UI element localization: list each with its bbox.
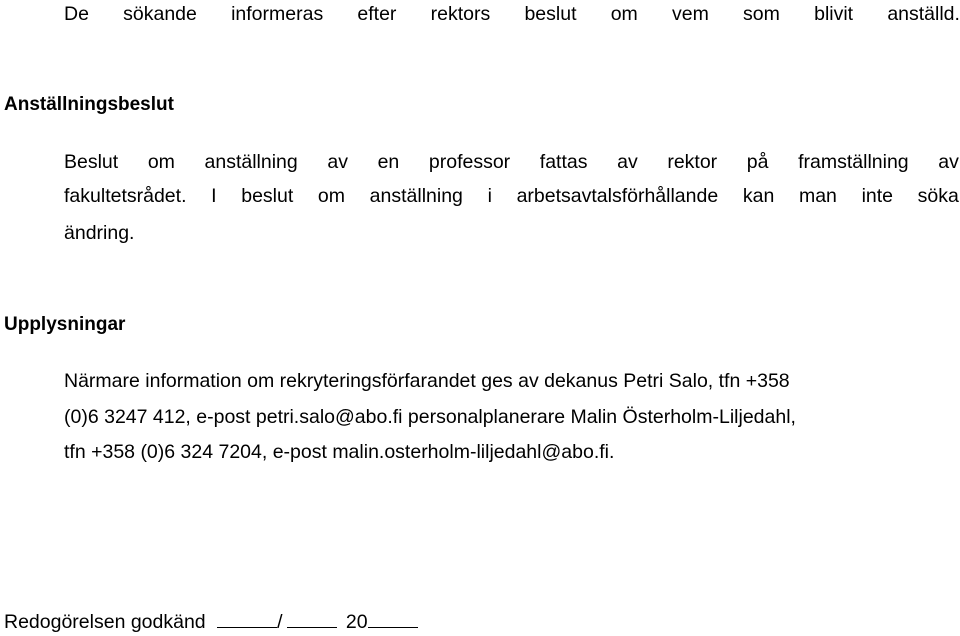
intro-word: informeras: [231, 3, 324, 25]
decision-word: en: [377, 151, 400, 173]
approval-line: Redogörelsen godkänd / 20: [4, 609, 418, 634]
decision-word: arbetsavtalsförhållande: [516, 185, 719, 207]
intro-word: De: [64, 3, 89, 25]
decision-word: kan: [742, 185, 775, 207]
approval-month-blank[interactable]: [286, 609, 337, 628]
approval-separator: /: [277, 611, 283, 633]
decision-word: om: [317, 185, 346, 207]
intro-word: sökande: [123, 3, 197, 25]
decision-word: I: [211, 185, 217, 207]
intro-word: rektors: [430, 3, 491, 25]
intro-word: vem: [672, 3, 709, 25]
decision-word: man: [798, 185, 837, 207]
intro-word: anställd.: [887, 3, 960, 25]
decision-word: fattas: [539, 151, 588, 173]
decision-word: professor: [428, 151, 511, 173]
decision-word: anställning: [204, 151, 298, 173]
decision-word: söka: [917, 185, 959, 207]
decision-word: fakultetsrådet.: [64, 185, 187, 207]
decision-word: beslut: [241, 185, 294, 207]
info-paragraph-line-3: tfn +358 (0)6 324 7204, e-post malin.ost…: [64, 441, 615, 463]
intro-word: om: [610, 3, 638, 25]
intro-paragraph: De sökande informeras efter rektors beslut om v…: [64, 2, 960, 26]
decision-word: i: [487, 185, 492, 207]
approval-year-prefix: 20: [345, 611, 368, 633]
decision-word: Beslut: [64, 151, 119, 173]
decision-word: på: [746, 151, 769, 173]
decision-paragraph-line-2: fakultetsrådet. Ibeslut om anställning i arbe…: [64, 184, 959, 208]
approval-day-blank[interactable]: [217, 609, 278, 628]
decision-paragraph-line-1: Beslut om anställning av en professor fattas av…: [64, 150, 959, 174]
decision-word: framställning: [798, 151, 909, 173]
intro-word: som: [743, 3, 780, 25]
decision-word: om: [147, 151, 175, 173]
decision-word: av: [938, 151, 959, 173]
decision-word: av: [327, 151, 348, 173]
decision-word: inte: [861, 185, 894, 207]
decision-word: anställning: [369, 185, 463, 207]
intro-word: beslut: [524, 3, 577, 25]
intro-word: blivit: [814, 3, 854, 25]
info-paragraph-line-1: Närmare information om rekryteringsförfa…: [64, 370, 790, 392]
approval-label: Redogörelsen godkänd: [4, 611, 206, 633]
heading-upplysningar: Upplysningar: [4, 314, 126, 335]
decision-word: av: [617, 151, 638, 173]
info-paragraph-line-2: (0)6 3247 412, e-post petri.salo@abo.fi …: [64, 406, 796, 428]
heading-anstallningsbeslut: Anställningsbeslut: [4, 94, 174, 115]
approval-year-blank[interactable]: [367, 609, 418, 628]
decision-word: rektor: [667, 151, 718, 173]
decision-paragraph-line-3: ändring.: [64, 222, 135, 244]
intro-word: efter: [357, 3, 397, 25]
